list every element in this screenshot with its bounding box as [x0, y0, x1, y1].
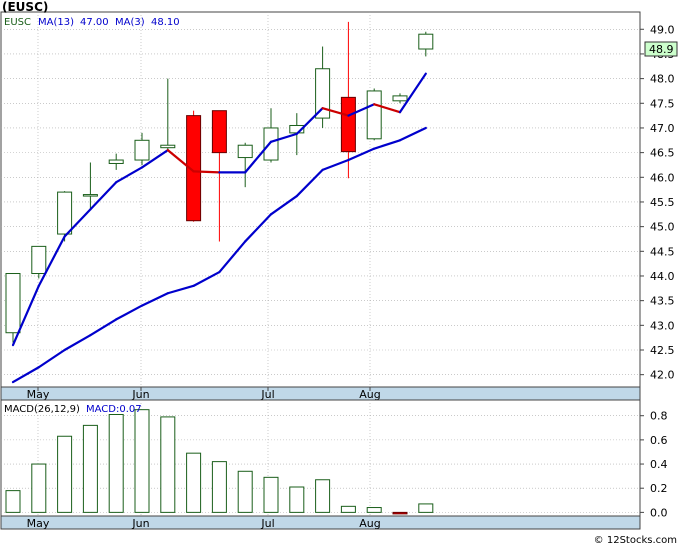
macd-y-tick-label: 0.4 [650, 458, 668, 471]
price-x-tick-label: Aug [359, 388, 380, 401]
price-x-tick-label: Jun [131, 388, 149, 401]
price-y-tick-label: 47.0 [650, 122, 675, 135]
macd-bar [134, 409, 150, 513]
candle [31, 245, 47, 279]
candle-body [108, 159, 124, 164]
price-y-tick-label: 43.5 [650, 295, 675, 308]
price-y-tick-label: 42.0 [650, 369, 675, 382]
price-legend-ma13-value: 47.00 [80, 17, 109, 28]
candle-body [366, 90, 382, 140]
macd-bar [289, 486, 305, 513]
price-y-tick-label: 46.0 [650, 171, 675, 184]
macd-bar [57, 435, 73, 513]
macd-legend-label: MACD(26,12,9) [4, 404, 80, 415]
price-y-tick-label: 45.5 [650, 196, 675, 209]
watermark: © 12Stocks.com [594, 535, 677, 546]
price-legend-ma13-label: MA(13) [38, 17, 74, 28]
price-legend-ma3-label: MA(3) [115, 17, 145, 28]
price-x-tick-label: Jul [260, 388, 274, 401]
price-y-tick-label: 44.5 [650, 245, 675, 258]
candle-body [263, 127, 279, 161]
candle-body [5, 273, 21, 334]
price-y-tick-label: 44.0 [650, 270, 675, 283]
macd-bar [237, 470, 253, 513]
candle-body [211, 110, 227, 154]
candle [366, 88, 382, 141]
price-legend-ma3-value: 48.10 [151, 17, 180, 28]
price-y-tick-label: 49.0 [650, 23, 675, 36]
macd-x-tick-label: Aug [359, 517, 380, 530]
price-y-tick-label: 48.0 [650, 73, 675, 86]
price-x-axis-band [0, 386, 641, 401]
price-x-tick-label: May [27, 388, 50, 401]
macd-bar [211, 461, 227, 513]
macd-bar [340, 505, 356, 513]
price-y-tick-label: 43.0 [650, 319, 675, 332]
macd-panel: 0.0 0.2 0.4 0.6 0.8 May Jun Jul Aug MACD(26,12,… [0, 399, 668, 530]
macd-bar [366, 507, 382, 513]
ma3-segment [192, 170, 221, 174]
macd-x-tick-label: May [27, 517, 50, 530]
macd-bar [392, 511, 408, 515]
macd-bar [186, 452, 202, 513]
price-legend-symbol: EUSC [4, 17, 31, 28]
candle-body [31, 245, 47, 275]
macd-bar [82, 424, 98, 513]
price-y-tick-label: 47.5 [650, 97, 675, 110]
candle-body [82, 194, 98, 197]
candle [57, 191, 73, 242]
macd-y-tick-label: 0.2 [650, 482, 668, 495]
stock-chart: 42.0 42.5 43.0 43.5 44.0 44.5 45.0 45.5 46.0 46.5… [0, 0, 678, 546]
ticker-title: (EUSC) [2, 0, 48, 14]
price-x-axis-band-rect [0, 386, 641, 401]
last-price-label: 48.9 [649, 43, 674, 56]
candle-body [134, 139, 150, 161]
macd-x-axis-band [0, 515, 641, 530]
candle-body [340, 96, 356, 153]
price-y-tick-label: 45.0 [650, 221, 675, 234]
candle-body [237, 144, 253, 159]
macd-bar [315, 479, 331, 513]
price-y-axis: 42.0 42.5 43.0 43.5 44.0 44.5 45.0 45.5 46.0 46.5… [640, 23, 675, 382]
candle-body [57, 191, 73, 235]
macd-bar [418, 503, 434, 513]
macd-bar [263, 476, 279, 513]
macd-y-tick-label: 0.6 [650, 434, 668, 447]
macd-bar [108, 414, 124, 513]
macd-x-tick-label: Jun [131, 517, 149, 530]
macd-y-tick-label: 0.8 [650, 410, 668, 423]
candle-body [160, 144, 176, 149]
macd-y-axis: 0.0 0.2 0.4 0.6 0.8 [640, 410, 668, 519]
macd-x-axis-band-rect [0, 515, 641, 530]
macd-bar [5, 490, 21, 513]
price-panel: 42.0 42.5 43.0 43.5 44.0 44.5 45.0 45.5 46.0 46.5… [0, 11, 678, 401]
macd-y-tick-label: 0.0 [650, 506, 668, 519]
candle-body [392, 95, 408, 102]
price-y-tick-label: 42.5 [650, 344, 675, 357]
macd-bar [31, 463, 47, 513]
macd-bar [160, 416, 176, 513]
price-y-tick-label: 46.5 [650, 147, 675, 160]
macd-x-tick-label: Jul [260, 517, 274, 530]
candle-body [418, 33, 434, 50]
macd-legend-value: MACD:0.07 [86, 404, 142, 415]
